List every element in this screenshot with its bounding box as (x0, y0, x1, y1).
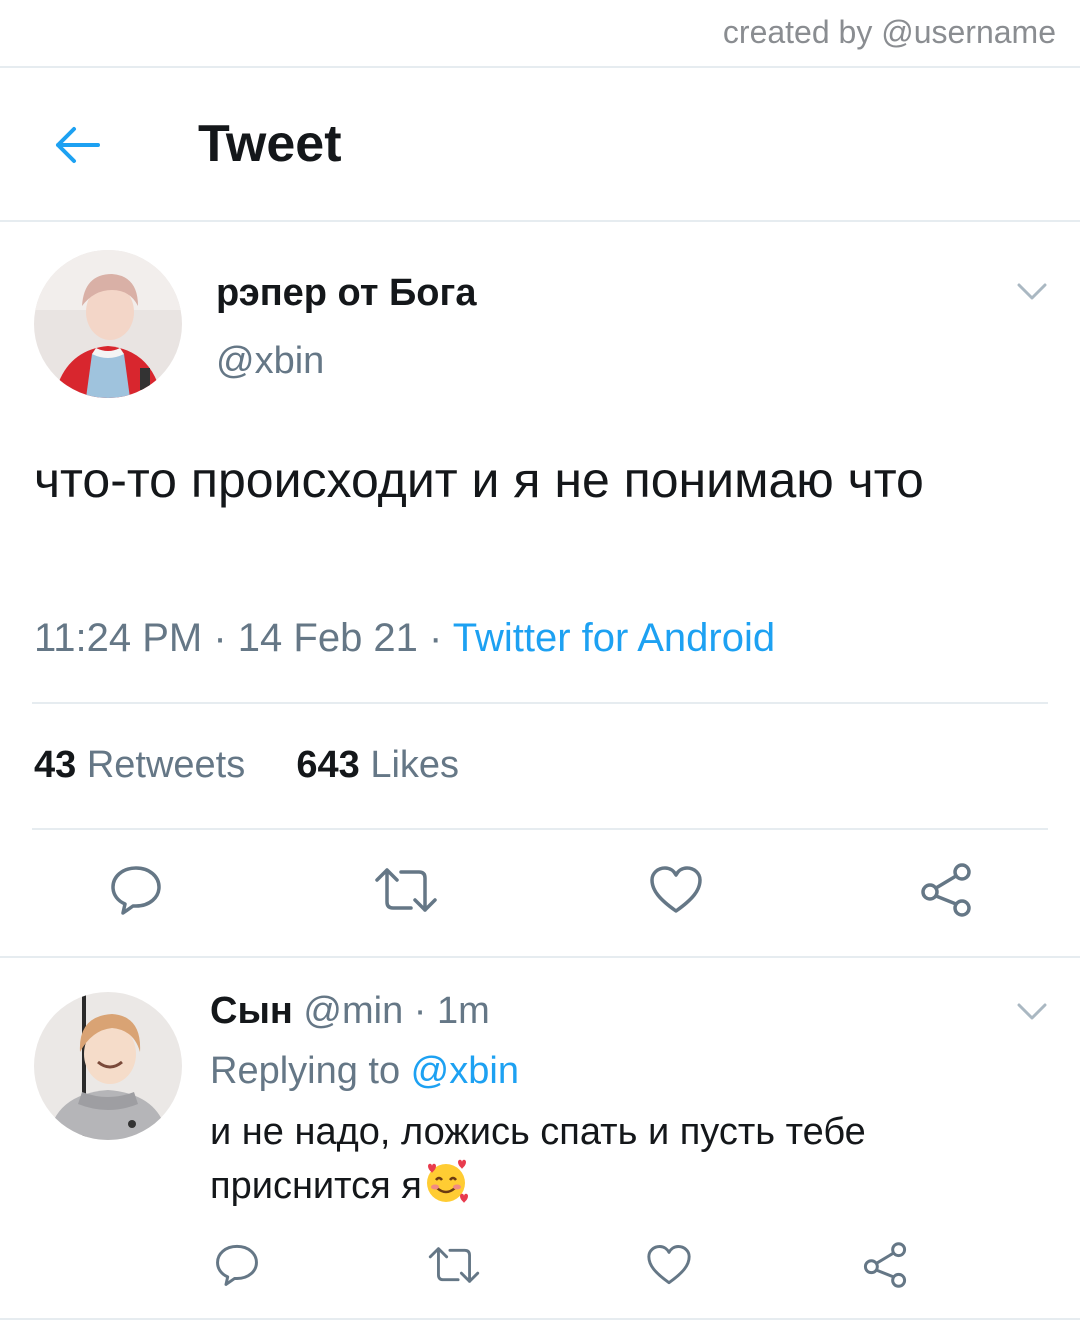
smiling-face-with-hearts-icon (422, 1158, 470, 1220)
retweet-icon (375, 868, 437, 912)
reply-like-button[interactable] (644, 1240, 694, 1290)
tweet-source-link[interactable]: Twitter for Android (453, 616, 775, 660)
retweets-stat[interactable]: 43 Retweets (34, 744, 245, 786)
comment-icon (216, 1244, 258, 1286)
share-icon (921, 863, 971, 917)
chevron-down-icon (1017, 1003, 1047, 1020)
retweet-icon (428, 1247, 480, 1283)
reply-button[interactable] (106, 860, 166, 920)
heart-icon (650, 866, 702, 913)
reply-avatar[interactable] (34, 992, 182, 1140)
tweet-text: что-то происходит и я не понимаю что (34, 452, 924, 508)
replying-prefix: Replying to (210, 1050, 411, 1092)
chevron-down-icon (1017, 283, 1047, 300)
credit-text: created by @username (722, 14, 1056, 50)
retweets-count: 43 (34, 744, 77, 786)
back-button[interactable] (44, 112, 110, 178)
share-button[interactable] (916, 860, 976, 920)
divider (0, 1318, 1080, 1320)
tweet-stats: 43 Retweets 643 Likes (34, 744, 459, 787)
comment-icon (111, 866, 161, 915)
reply-text-block: и не надо, ложись спать и пусть тебе при… (210, 1106, 1030, 1220)
heart-icon (647, 1245, 691, 1285)
reply-reply-button[interactable] (212, 1240, 262, 1290)
reply-display-name[interactable]: Сын (210, 990, 293, 1032)
replying-mention-link[interactable]: @xbin (411, 1050, 519, 1092)
reply-share-button[interactable] (860, 1240, 910, 1290)
divider (0, 220, 1080, 222)
page-title: Tweet (198, 115, 342, 173)
divider (0, 956, 1080, 958)
like-button[interactable] (646, 860, 706, 920)
reply-menu-button[interactable] (1012, 992, 1052, 1032)
divider (32, 702, 1048, 704)
tweet-timestamp: 11:24 PM · 14 Feb 21 · (34, 616, 453, 660)
arrow-left-icon (56, 127, 100, 163)
author-handle[interactable]: @xbin (216, 340, 324, 383)
reply-handle-time: @min · 1m (292, 990, 490, 1032)
likes-stat[interactable]: 643 Likes (296, 744, 459, 786)
retweets-label: Retweets (76, 744, 246, 786)
author-display-name[interactable]: рэпер от Бога (216, 272, 476, 315)
likes-label: Likes (359, 744, 460, 786)
tweet-menu-button[interactable] (1012, 272, 1052, 312)
header-bar: Tweet (0, 68, 1080, 220)
reply-text: и не надо, ложись спать и пусть тебе при… (210, 1111, 866, 1207)
replying-to: Replying to @xbin (210, 1050, 519, 1093)
likes-count: 643 (296, 744, 360, 786)
share-icon (863, 1242, 907, 1288)
author-avatar[interactable] (34, 250, 182, 398)
tweet-meta: 11:24 PM · 14 Feb 21 · Twitter for Andro… (34, 616, 775, 661)
reply-retweet-button[interactable] (426, 1240, 482, 1290)
divider (32, 828, 1048, 830)
reply-header: Сын @min · 1m (210, 990, 490, 1033)
retweet-button[interactable] (372, 860, 440, 920)
